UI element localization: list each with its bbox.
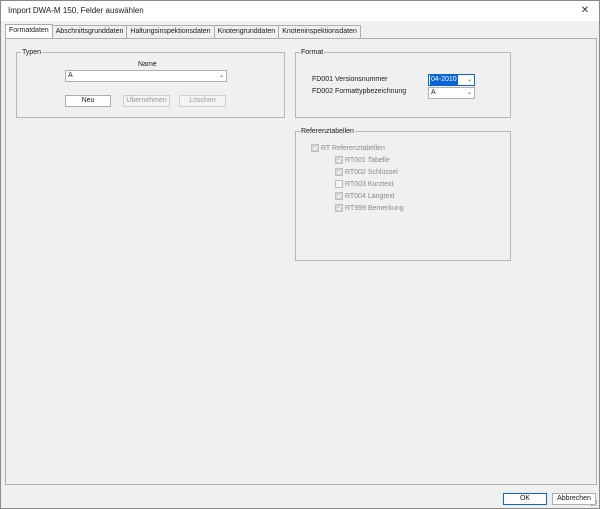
tree-item-label: RT001 Tabelle	[345, 156, 390, 164]
tab-panel-formatdaten: Typen Name A ⌄ Neu Übernehmen Löschen Fo…	[5, 38, 597, 485]
group-typen-legend: Typen	[21, 48, 43, 57]
tab-knotengrunddaten[interactable]: Knotengrunddaten	[213, 25, 280, 38]
fd002-label: FD002 Formattypbezeichnung	[312, 88, 407, 95]
window-title: Import DWA-M 150, Felder auswählen	[8, 6, 144, 15]
chevron-down-icon: ⌄	[218, 73, 224, 79]
chevron-down-icon: ⌄	[466, 90, 472, 96]
tab-formatdaten[interactable]: Formatdaten	[5, 24, 53, 38]
checkbox-rt002[interactable]	[335, 168, 343, 176]
name-select-value: A	[68, 72, 73, 79]
group-format: Format FD001 Versionsnummer 04-2010 ⌄ FD…	[295, 48, 511, 118]
tab-haltungsinspektionsdaten[interactable]: Haltungsinspektionsdaten	[126, 25, 215, 38]
tab-strip: Formatdaten Abschnittsgrunddaten Haltung…	[5, 24, 361, 38]
tree-item-rt-root[interactable]: RT Referenztabellen	[311, 143, 385, 153]
checkbox-rt999[interactable]	[335, 204, 343, 212]
tree-item-label: RT002 Schlüssel	[345, 168, 398, 176]
tree-item-label: RT999 Bemerkung	[345, 204, 404, 212]
dialog-window: Import DWA-M 150, Felder auswählen ✕ For…	[0, 0, 600, 509]
cancel-button[interactable]: Abbrechen	[552, 493, 596, 505]
close-icon[interactable]: ✕	[575, 3, 595, 19]
group-referenztabellen: Referenztabellen RT Referenztabellen RT0…	[295, 127, 511, 261]
name-label: Name	[138, 61, 157, 68]
fd002-select[interactable]: A ⌄	[428, 87, 475, 99]
tree-item-label: RT003 Kurztext	[345, 180, 394, 188]
fd002-select-value: A	[431, 89, 436, 96]
tree-item-rt001[interactable]: RT001 Tabelle	[335, 155, 390, 165]
group-referenztabellen-legend: Referenztabellen	[300, 127, 355, 136]
fd001-label: FD001 Versionsnummer	[312, 76, 388, 83]
chevron-down-icon: ⌄	[466, 77, 472, 83]
tree-item-label: RT004 Langtext	[345, 192, 395, 200]
fd001-select-value: 04-2010	[430, 75, 458, 85]
fd001-select[interactable]: 04-2010 ⌄	[428, 74, 475, 86]
tree-item-rt003[interactable]: RT003 Kurztext	[335, 179, 394, 189]
tree-item-label: RT Referenztabellen	[321, 144, 385, 152]
tree-item-rt002[interactable]: RT002 Schlüssel	[335, 167, 398, 177]
uebernehmen-button[interactable]: Übernehmen	[123, 95, 170, 107]
title-bar: Import DWA-M 150, Felder auswählen ✕	[1, 1, 599, 21]
group-typen: Typen Name A ⌄ Neu Übernehmen Löschen	[16, 48, 285, 118]
loeschen-button[interactable]: Löschen	[179, 95, 226, 107]
name-select[interactable]: A ⌄	[65, 70, 227, 82]
tab-knoteninspektionsdaten[interactable]: Knoteninspektionsdaten	[278, 25, 361, 38]
neu-button[interactable]: Neu	[65, 95, 111, 107]
checkbox-rt-root[interactable]	[311, 144, 319, 152]
ok-button[interactable]: OK	[503, 493, 547, 505]
tab-abschnittsgrunddaten[interactable]: Abschnittsgrunddaten	[51, 25, 128, 38]
tree-item-rt004[interactable]: RT004 Langtext	[335, 191, 395, 201]
resize-grip-icon[interactable]	[591, 500, 597, 506]
checkbox-rt004[interactable]	[335, 192, 343, 200]
checkbox-rt001[interactable]	[335, 156, 343, 164]
tree-item-rt999[interactable]: RT999 Bemerkung	[335, 203, 404, 213]
group-format-legend: Format	[300, 48, 325, 57]
checkbox-rt003[interactable]	[335, 180, 343, 188]
